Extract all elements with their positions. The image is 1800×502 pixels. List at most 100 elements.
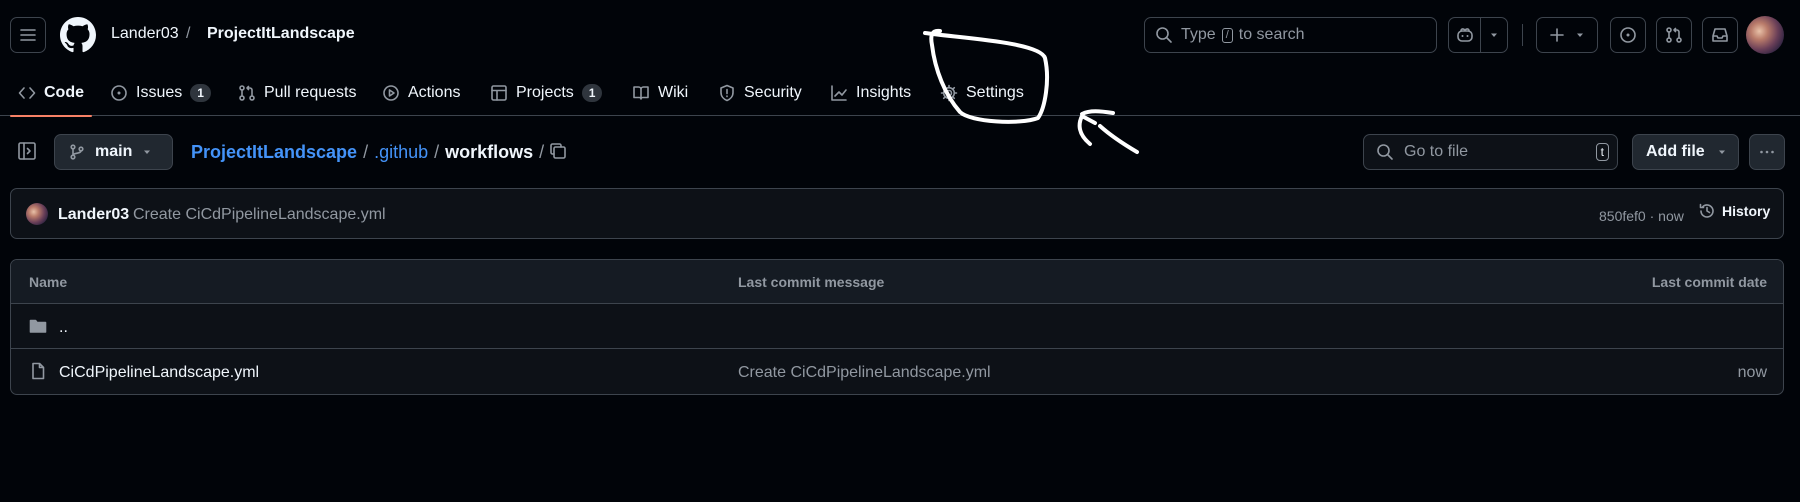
inbox-button[interactable] (1702, 17, 1738, 53)
breadcrumb-separator: / (363, 142, 369, 162)
triangle-down-icon (1717, 147, 1727, 157)
git-branch-icon (69, 144, 85, 160)
copy-path-button[interactable] (548, 141, 568, 163)
go-to-file-placeholder: Go to file (1404, 143, 1469, 160)
inbox-icon (1711, 26, 1729, 44)
breadcrumb-trailing-separator: / (539, 142, 545, 162)
issues-button[interactable] (1610, 17, 1646, 53)
latest-commit-box: Lander03 Create CiCdPipelineLandscape.ym… (10, 188, 1784, 239)
history-button[interactable]: History (1698, 202, 1770, 220)
breadcrumb-github-link[interactable]: .github (374, 142, 428, 163)
tab-label: Issues (136, 84, 183, 101)
breadcrumb-repo-link[interactable]: ProjectItLandscape (191, 142, 357, 163)
table-header: Name Last commit message Last commit dat… (11, 260, 1783, 304)
history-icon (1698, 202, 1716, 220)
sidebar-expand-icon (16, 140, 40, 162)
tab-label: Actions (408, 84, 461, 101)
tab-label: Security (744, 84, 802, 101)
tab-code[interactable]: Code (10, 70, 92, 117)
branch-selector[interactable]: main (54, 134, 173, 170)
tab-pull-requests[interactable]: Pull requests (238, 70, 357, 116)
create-new-button[interactable] (1536, 17, 1598, 53)
copilot-menu-button[interactable] (1480, 17, 1508, 53)
tab-projects[interactable]: Projects 1 (490, 70, 603, 116)
history-label: History (1722, 203, 1771, 219)
breadcrumb-current-dir: workflows (445, 142, 534, 162)
play-icon (382, 84, 400, 102)
tab-actions[interactable]: Actions (382, 70, 460, 116)
shield-icon (718, 84, 736, 102)
hamburger-icon (19, 26, 37, 44)
sidebar-toggle-button[interactable] (16, 140, 40, 164)
add-file-label: Add file (1646, 143, 1705, 160)
parent-directory-row[interactable]: .. (11, 304, 1783, 349)
copilot-icon (1456, 26, 1474, 44)
tab-label: Projects (516, 84, 574, 101)
go-to-file-input[interactable]: Go to file t (1363, 134, 1618, 170)
commit-sha-time[interactable]: 850fef0 · now (1599, 208, 1684, 224)
tab-label: Insights (856, 84, 912, 101)
table-row[interactable]: CiCdPipelineLandscape.yml Create CiCdPip… (11, 349, 1783, 394)
projects-count-badge: 1 (581, 84, 603, 102)
copy-icon (548, 141, 568, 161)
triangle-down-icon (142, 147, 152, 157)
breadcrumb-separator: / (434, 142, 440, 162)
file-table: Name Last commit message Last commit dat… (10, 259, 1784, 395)
plus-icon (1549, 27, 1565, 43)
graph-icon (830, 84, 848, 102)
gear-icon (940, 84, 958, 102)
repo-name-link[interactable]: ProjectItLandscape (207, 25, 355, 43)
tab-label: Wiki (658, 84, 689, 101)
file-icon (29, 362, 47, 380)
search-prefix: Type (1181, 26, 1216, 43)
triangle-down-icon (1575, 30, 1585, 40)
issues-count-badge: 1 (190, 84, 211, 102)
pull-requests-button[interactable] (1656, 17, 1692, 53)
breadcrumb-separator: / (186, 25, 191, 42)
global-search-input[interactable]: Type / to search (1144, 17, 1437, 53)
file-commit-date: now (1737, 364, 1767, 381)
column-header-last-commit-date: Last commit date (1651, 274, 1767, 290)
annotation-arrow (1077, 109, 1139, 154)
global-header: Lander03 / ProjectItLandscape Type / to … (0, 0, 1800, 70)
go-to-file-shortcut: t (1595, 143, 1609, 161)
tab-insights[interactable]: Insights (830, 70, 911, 116)
triangle-down-icon (1489, 30, 1499, 40)
repo-nav: Code Issues 1 Pull requests Actions Proj… (0, 70, 1800, 117)
repo-owner-link[interactable]: Lander03 (111, 25, 179, 43)
file-commit-message-link[interactable]: Create CiCdPipelineLandscape.yml (738, 364, 991, 382)
tab-issues[interactable]: Issues 1 (110, 70, 211, 116)
commit-author-link[interactable]: Lander03 (58, 206, 129, 224)
header-divider (1522, 24, 1523, 46)
github-logo-icon[interactable] (60, 17, 96, 53)
column-header-last-commit-message: Last commit message (738, 274, 885, 290)
file-breadcrumb: ProjectItLandscape / .github / workflows… (191, 142, 544, 163)
git-pull-request-icon (238, 84, 256, 102)
copilot-button[interactable] (1448, 17, 1480, 53)
table-icon (490, 84, 508, 102)
tab-label: Settings (966, 84, 1024, 101)
more-options-button[interactable] (1749, 134, 1785, 170)
tab-settings[interactable]: Settings (940, 70, 1024, 116)
user-avatar[interactable] (1746, 16, 1784, 54)
kebab-horizontal-icon (1758, 143, 1776, 161)
folder-icon (29, 317, 47, 335)
add-file-button[interactable]: Add file (1632, 134, 1739, 170)
tab-wiki[interactable]: Wiki (632, 70, 688, 116)
commit-author-avatar[interactable] (26, 203, 48, 225)
tab-label: Code (44, 84, 84, 101)
parent-directory-link[interactable]: .. (59, 319, 68, 337)
code-icon (18, 84, 36, 102)
issue-opened-icon (110, 84, 128, 102)
book-icon (632, 84, 650, 102)
search-icon (1376, 143, 1394, 161)
branch-name: main (95, 143, 133, 160)
file-name-link[interactable]: CiCdPipelineLandscape.yml (59, 364, 259, 382)
tab-security[interactable]: Security (718, 70, 802, 116)
search-shortcut-key: / (1221, 27, 1233, 43)
search-suffix: to search (1238, 26, 1305, 43)
menu-button[interactable] (10, 17, 46, 53)
search-icon (1155, 26, 1173, 44)
commit-message-link[interactable]: Create CiCdPipelineLandscape.yml (133, 206, 386, 224)
git-pull-request-icon (1665, 26, 1683, 44)
